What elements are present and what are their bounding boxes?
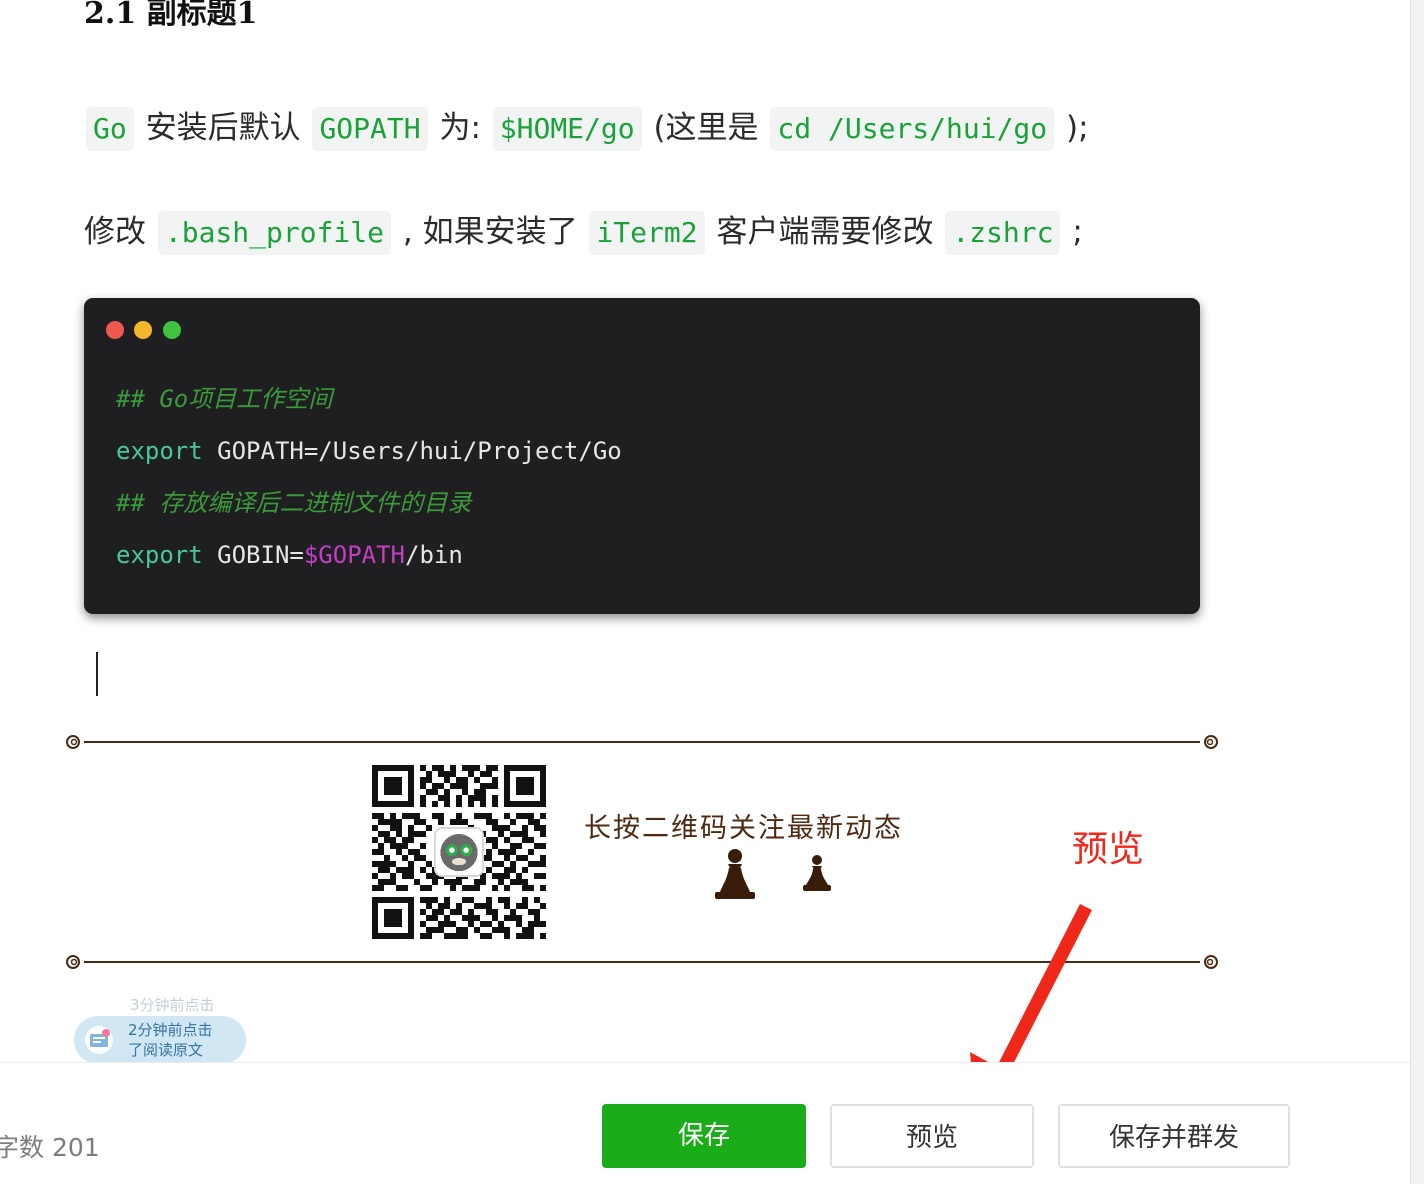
paragraph-gopath: Go 安装后默认 GOPATH 为: $HOME/go (这里是 cd /Use… [84,106,1089,151]
paragraph-text: 为: [429,110,491,146]
code-variable: $GOPATH [303,541,406,569]
paragraph-text: , 如果安装了 [393,214,588,250]
code-text: GOPATH=/Users/hui/Project/Go [202,437,622,465]
paragraph-text: 修改 [84,214,156,250]
inline-code: cd /Users/hui/go [770,107,1055,151]
chess-pawn-icon [715,849,755,899]
window-minimize-dot-icon [134,321,152,339]
inline-code: .bash_profile [157,211,392,255]
inline-code: .zshrc [945,211,1061,255]
code-text: GOBIN= [202,541,304,569]
qr-code [372,765,546,939]
paragraph-text: 客户端需要修改 [706,214,944,250]
inline-code: iTerm2 [589,211,705,255]
code-text: /bin [405,541,463,569]
code-comment: ## Go项目工作空间 [116,385,333,413]
paragraph-text: (这里是 [643,110,769,146]
annotation-label: 预览 [1072,829,1145,870]
paragraph-text: 安装后默认 [135,110,311,146]
preview-button[interactable]: 预览 [830,1104,1034,1168]
inline-code: GOPATH [312,107,428,151]
read-pill: 2分钟前点击 了阅读原文 [74,1016,246,1064]
reader-avatar-icon [85,1026,113,1054]
paragraph-profile: 修改 .bash_profile , 如果安装了 iTerm2 客户端需要修改 … [84,210,1083,255]
window-zoom-dot-icon [163,321,181,339]
code-keyword: export [116,437,203,465]
editor-page: 2.1 副标题1 Go 安装后默认 GOPATH 为: $HOME/go (这里… [0,0,1424,1184]
read-ghost-text: 3分钟前点击 [130,996,215,1014]
code-line: export GOPATH=/Users/hui/Project/Go [116,430,622,482]
read-original-badge: 3分钟前点击 2分钟前点击 了阅读原文 [74,994,246,1064]
chess-pawn-small-icon [803,855,831,891]
scrollbar[interactable] [1410,0,1424,1184]
word-count: 字数 201 [0,1133,100,1162]
save-button[interactable]: 保存 [602,1104,806,1168]
code-keyword: export [116,541,203,569]
save-and-publish-button[interactable]: 保存并群发 [1058,1104,1290,1168]
code-lines: ## Go项目工作空间 export GOPATH=/Users/hui/Pro… [116,378,622,586]
paragraph-text: ); [1056,110,1089,146]
code-line: export GOBIN=$GOPATH/bin [116,534,622,586]
code-block[interactable]: ## Go项目工作空间 export GOPATH=/Users/hui/Pro… [84,298,1200,614]
read-text: 2分钟前点击 了阅读原文 [128,1020,213,1060]
follow-qr-text: 长按二维码关注最新动态 [584,813,903,844]
text-cursor [96,652,98,696]
paragraph-text: ; [1062,214,1083,250]
code-line: ## 存放编译后二进制文件的目录 [116,482,622,534]
code-line: ## Go项目工作空间 [116,378,622,430]
code-comment: ## 存放编译后二进制文件的目录 [116,489,472,517]
window-close-dot-icon [106,321,124,339]
read-text-line1: 2分钟前点击 [128,1021,213,1039]
ornamental-divider-top [66,735,1218,749]
inline-code: $HOME/go [492,107,642,151]
subheading: 2.1 副标题1 [84,0,258,31]
inline-code: Go [86,107,134,151]
read-text-line2: 了阅读原文 [128,1041,204,1059]
